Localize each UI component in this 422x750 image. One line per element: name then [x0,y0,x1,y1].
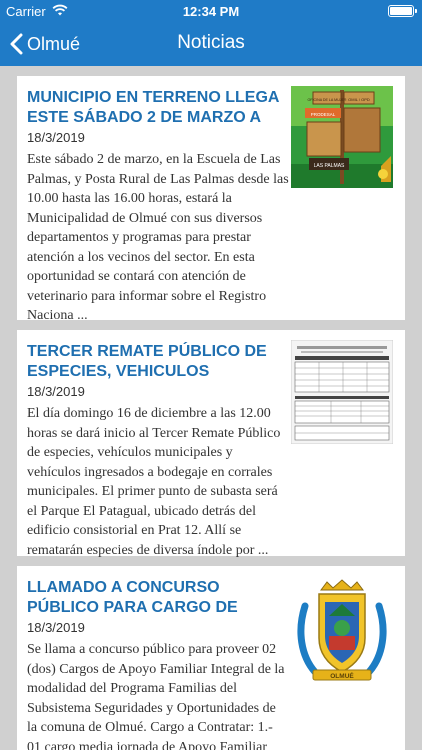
page-title: Noticias [177,32,245,53]
news-date: 18/3/2019 [27,130,85,145]
news-thumbnail [290,339,394,445]
thumb-sign-label: PRODESAL [311,112,336,117]
news-card[interactable]: MUNICIPIO EN TERRENO LLEGA ESTE SÁBADO 2… [17,76,405,323]
thumb-banner-text: OLMUÉ [330,671,354,680]
news-title: MUNICIPIO EN TERRENO LLEGA ESTE SÁBADO 2… [27,89,279,126]
news-excerpt: Se llama a concurso público para proveer… [27,642,285,750]
navigation-bar: Olmué Noticias [0,22,422,66]
news-date: 18/3/2019 [27,384,85,399]
thumb-sign-label: LAS PALMAS [314,163,345,169]
news-thumbnail: OFICINA DE LA MUJER OMIL / OPD PRODESAL … [291,86,393,188]
news-card[interactable]: TERCER REMATE PÚBLICO DE ESPECIES, VEHIC… [17,330,405,558]
municipal-coat-of-arms: OLMUÉ [291,576,393,688]
news-title: TERCER REMATE PÚBLICO DE ESPECIES, VEHIC… [27,343,267,380]
news-date: 18/3/2019 [27,620,85,635]
clock: 12:34 PM [182,4,240,19]
news-excerpt: Este sábado 2 de marzo, en la Escuela de… [27,152,289,323]
news-card[interactable]: LLAMADO A CONCURSO PÚBLICO PARA CARGO DE… [17,566,405,750]
thumb-sign-label: OMIL / OPD [348,97,370,102]
news-title: LLAMADO A CONCURSO PÚBLICO PARA CARGO DE… [27,579,238,616]
news-thumbnail: OLMUÉ [291,576,393,688]
battery-icon [388,5,417,17]
status-bar: Carrier 12:34 PM [0,0,422,22]
thumb-sign-label: OFICINA DE LA MUJER [308,98,347,102]
news-excerpt: El día domingo 16 de diciembre a las 12.… [27,406,281,558]
